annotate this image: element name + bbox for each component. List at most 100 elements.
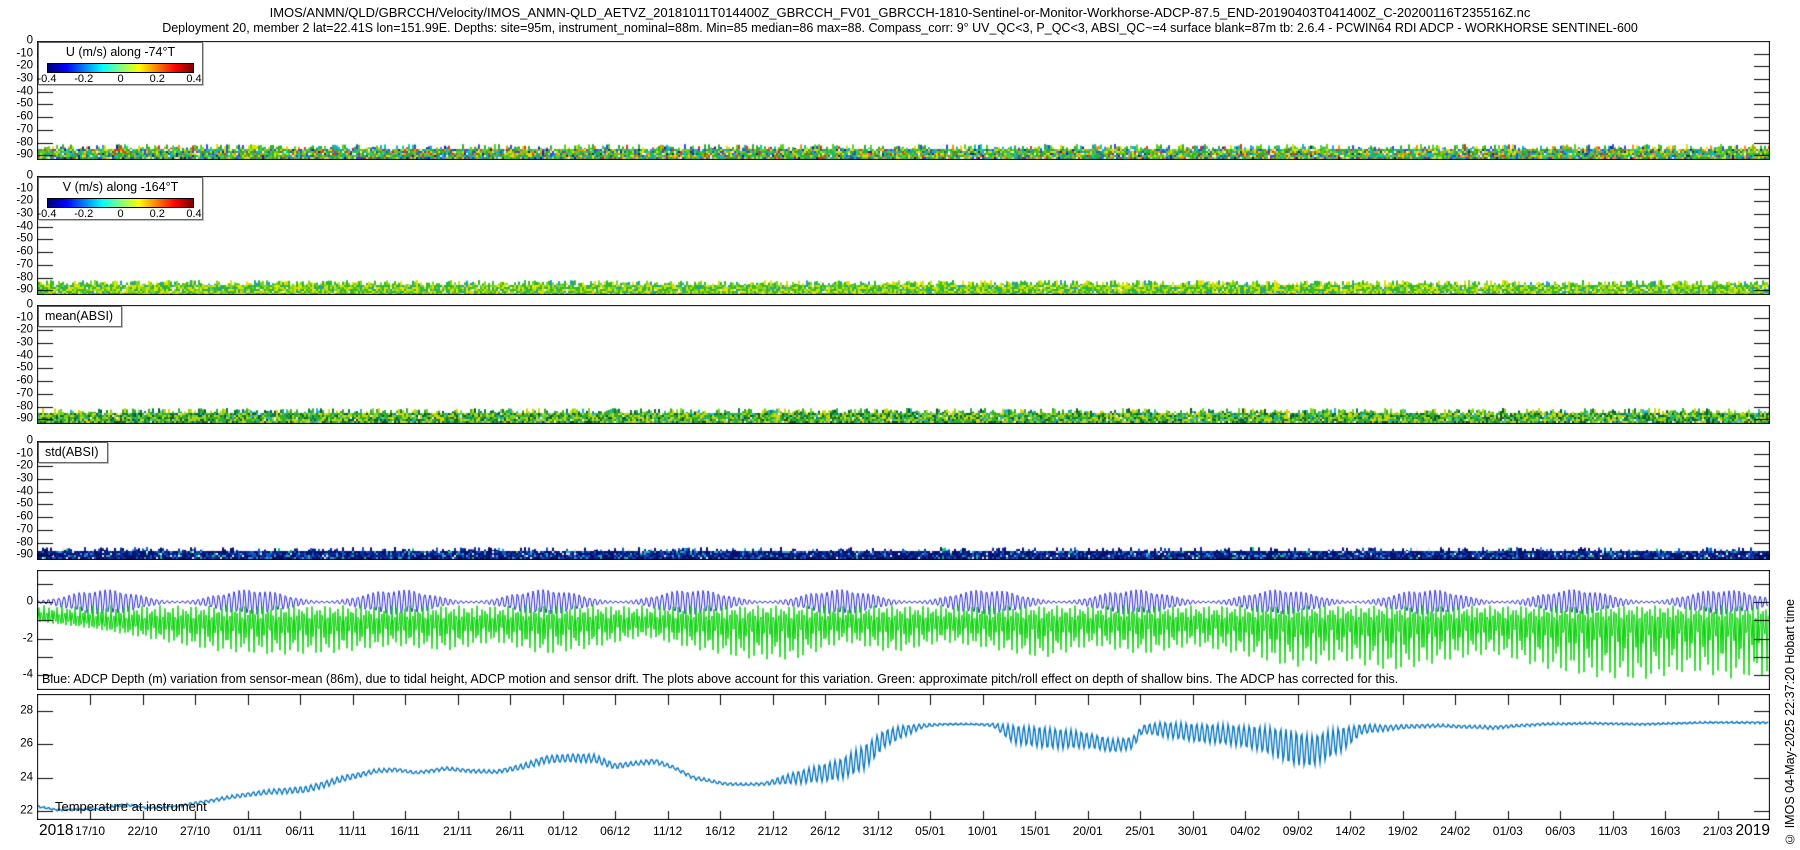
y-tick-label: -30 — [0, 473, 33, 485]
v-velocity-plot — [37, 176, 1770, 295]
figure-subtitle: Deployment 20, member 2 lat=22.41S lon=1… — [0, 21, 1800, 35]
x-tick-label: 15/01 — [1020, 824, 1050, 838]
y-tick-label: -50 — [0, 99, 33, 111]
x-tick-label: 16/03 — [1650, 824, 1680, 838]
colorbar-tick-label: 0.4 — [186, 73, 201, 85]
panel-std-absi: std(ABSI) 0-10-20-30-40-50-60-70-80-90 — [37, 441, 1770, 560]
y-tick-label: -60 — [0, 246, 33, 258]
x-tick-label: 16/11 — [391, 824, 420, 838]
y-tick-label: -20 — [0, 196, 33, 208]
y-tick-label: -90 — [0, 149, 33, 161]
y-tick-label: -2 — [0, 633, 33, 645]
x-tick-label: 30/01 — [1178, 824, 1208, 838]
x-tick-label: 11/11 — [338, 824, 366, 838]
x-tick-label: 06/11 — [285, 824, 314, 838]
x-tick-label: 25/01 — [1125, 824, 1155, 838]
y-tick-label: -40 — [0, 486, 33, 498]
colorbar-tick-label: 0.2 — [150, 73, 165, 85]
y-tick-label: -30 — [0, 73, 33, 85]
x-tick-label: 22/10 — [128, 824, 158, 838]
x-tick-label: 26/11 — [496, 824, 525, 838]
y-tick-label: -70 — [0, 124, 33, 136]
y-tick-label: -80 — [0, 401, 33, 413]
colorbar-tick-label: 0.2 — [150, 208, 165, 220]
y-tick-label: -40 — [0, 350, 33, 362]
y-tick-label: -70 — [0, 259, 33, 271]
y-tick-label: -30 — [0, 337, 33, 349]
x-tick-label: 21/11 — [443, 824, 472, 838]
v-velocity-legend: V (m/s) along -164°T -0.4-0.200.20.4 — [38, 177, 203, 220]
y-tick-label: -40 — [0, 86, 33, 98]
panel-mean-absi: mean(ABSI) 0-10-20-30-40-50-60-70-80-90 — [37, 305, 1770, 424]
x-tick-label: 04/02 — [1230, 824, 1260, 838]
x-tick-label: 06/03 — [1545, 824, 1575, 838]
x-tick-label: 20/01 — [1073, 824, 1103, 838]
temperature-plot — [37, 694, 1770, 820]
v-colorbar — [47, 198, 194, 208]
x-tick-label: 21/03 — [1703, 824, 1733, 838]
x-tick-label: 06/12 — [600, 824, 630, 838]
u-legend-title: U (m/s) along -74°T — [39, 45, 202, 59]
x-year-end-label: 2019 — [1736, 822, 1770, 840]
y-tick-label: -80 — [0, 537, 33, 549]
x-tick-label: 11/03 — [1598, 824, 1627, 838]
mean-absi-label: mean(ABSI) — [38, 306, 122, 327]
x-tick-label: 24/02 — [1440, 824, 1470, 838]
y-tick-label: 0 — [0, 596, 33, 608]
x-tick-label: 16/12 — [705, 824, 735, 838]
x-tick-label: 26/12 — [810, 824, 840, 838]
x-tick-label: 05/01 — [915, 824, 945, 838]
colorbar-tick-label: -0.4 — [38, 208, 57, 220]
y-tick-label: -10 — [0, 183, 33, 195]
y-tick-label: -90 — [0, 284, 33, 296]
x-year-start-label: 2018 — [39, 822, 73, 840]
temperature-label: Temperature at instrument — [55, 799, 207, 814]
y-tick-label: -10 — [0, 48, 33, 60]
y-tick-label: 26 — [0, 739, 33, 751]
x-tick-label: 01/12 — [548, 824, 578, 838]
panel-v-velocity: V (m/s) along -164°T -0.4-0.200.20.4 0-1… — [37, 176, 1770, 295]
y-tick-label: -4 — [0, 670, 33, 682]
panel-temperature: Temperature at instrument 28262422 — [37, 694, 1770, 820]
y-tick-label: -90 — [0, 549, 33, 561]
x-tick-label: 17/10 — [75, 824, 105, 838]
x-tick-label: 14/02 — [1335, 824, 1365, 838]
x-tick-label: 10/01 — [968, 824, 998, 838]
x-tick-label: 27/10 — [180, 824, 210, 838]
y-tick-label: -80 — [0, 137, 33, 149]
y-tick-label: -80 — [0, 272, 33, 284]
colorbar-tick-label: -0.4 — [38, 73, 57, 85]
x-tick-label: 09/02 — [1283, 824, 1313, 838]
y-tick-label: 0 — [0, 299, 33, 311]
y-tick-label: -70 — [0, 388, 33, 400]
mean-absi-plot — [37, 305, 1770, 424]
y-tick-label: -90 — [0, 413, 33, 425]
u-velocity-legend: U (m/s) along -74°T -0.4 -0.2 0 0.2 0.4 — [38, 42, 203, 85]
y-tick-label: -50 — [0, 234, 33, 246]
y-tick-label: -50 — [0, 499, 33, 511]
x-tick-label: 01/03 — [1493, 824, 1523, 838]
std-absi-plot — [37, 441, 1770, 560]
figure-page: { "header": { "title": "IMOS/ANMN/QLD/GB… — [0, 0, 1800, 850]
v-legend-title: V (m/s) along -164°T — [39, 180, 202, 194]
y-tick-label: -50 — [0, 363, 33, 375]
x-tick-label: 19/02 — [1388, 824, 1418, 838]
u-velocity-plot — [37, 41, 1770, 160]
y-tick-label: -70 — [0, 524, 33, 536]
y-tick-label: -10 — [0, 448, 33, 460]
y-tick-label: -60 — [0, 111, 33, 123]
colorbar-tick-label: -0.2 — [74, 208, 93, 220]
panel-u-velocity: U (m/s) along -74°T -0.4-0.200.20.4 0-10… — [37, 41, 1770, 160]
figure-title: IMOS/ANMN/QLD/GBRCCH/Velocity/IMOS_ANMN-… — [0, 5, 1800, 20]
y-tick-label: 22 — [0, 806, 33, 818]
y-tick-label: 28 — [0, 705, 33, 717]
colorbar-tick-label: 0 — [117, 208, 123, 220]
y-tick-label: -30 — [0, 208, 33, 220]
colorbar-tick-label: -0.2 — [74, 73, 93, 85]
y-tick-label: -10 — [0, 312, 33, 324]
y-tick-label: 24 — [0, 772, 33, 784]
colorbar-tick-label: 0 — [117, 73, 123, 85]
copyright-watermark: © IMOS 04-May-2025 22:37:20 Hobart time — [1783, 599, 1797, 846]
y-tick-label: -20 — [0, 325, 33, 337]
y-tick-label: -20 — [0, 461, 33, 473]
